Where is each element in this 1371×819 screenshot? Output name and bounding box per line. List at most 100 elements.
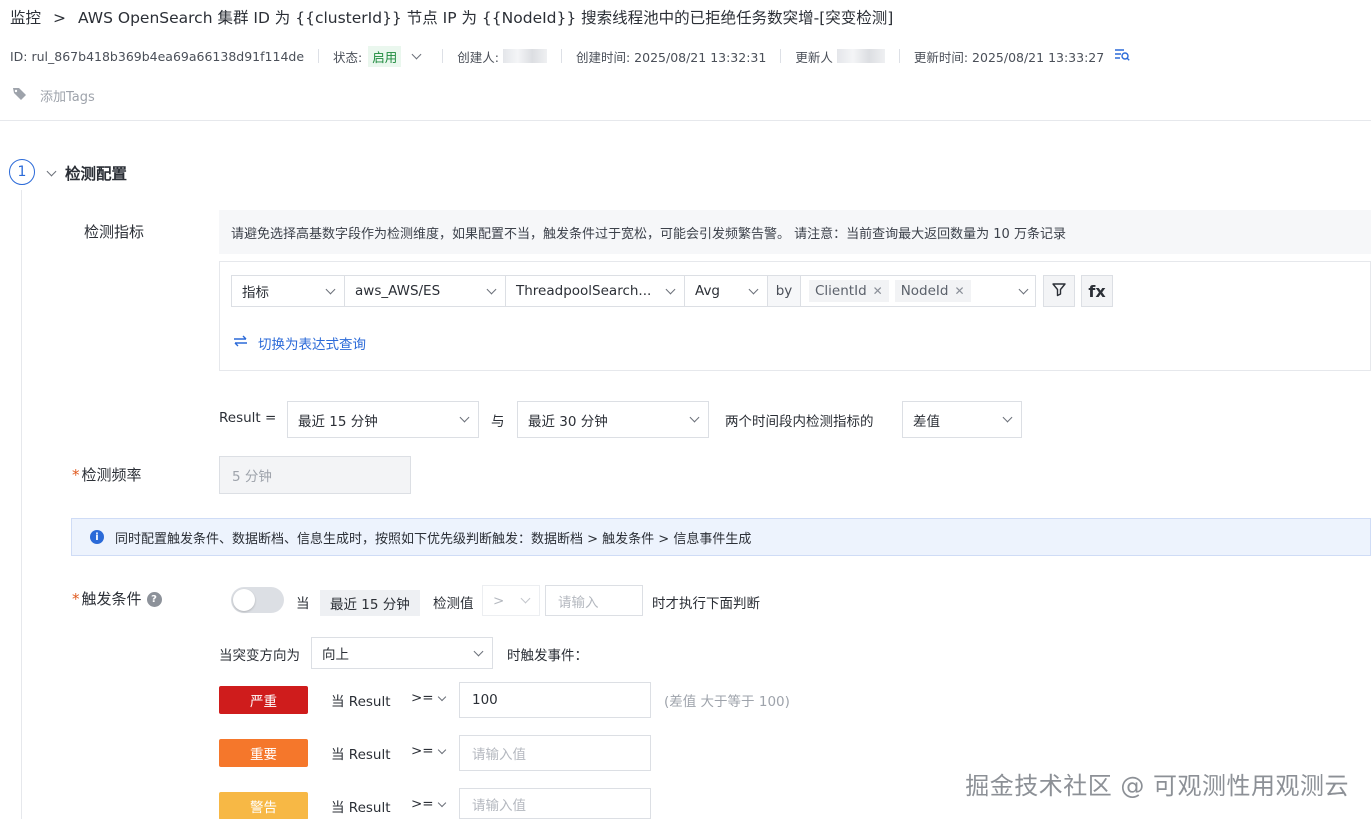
- watermark: 掘金技术社区 @ 可观测性用观测云: [965, 772, 1349, 800]
- chevron-down-icon: [748, 284, 759, 294]
- result-label: Result =: [219, 410, 277, 426]
- check-value-label: 检测值: [433, 596, 474, 612]
- metric-value: ThreadpoolSearch...: [516, 283, 652, 299]
- chevron-down-icon: [459, 412, 470, 423]
- rule-condition-label: 当 Result: [331, 747, 391, 763]
- add-tags-label: 添加Tags: [40, 90, 95, 105]
- group-tag: ClientId ✕: [809, 280, 889, 302]
- when-label: 当: [296, 596, 310, 612]
- rule-threshold-input[interactable]: 100: [459, 682, 651, 718]
- group-by-select[interactable]: ClientId ✕ NodeId ✕: [800, 275, 1036, 307]
- chevron-down-icon: [486, 284, 497, 294]
- chevron-down-icon: [1018, 284, 1029, 294]
- trigger-label: * 触发条件?: [72, 588, 162, 609]
- between-label: 两个时间段内检测指标的: [725, 414, 874, 430]
- section-header[interactable]: 检测配置: [46, 162, 127, 184]
- by-label: by: [767, 275, 801, 307]
- data-type-select[interactable]: 指标: [231, 275, 345, 307]
- creator-label: 创建人:: [457, 49, 499, 65]
- status-label: 状态:: [333, 49, 363, 65]
- group-tag-label: NodeId: [900, 283, 949, 299]
- rule-threshold-placeholder: 请输入值: [472, 797, 526, 814]
- frequency-label-text: 检测频率: [81, 466, 142, 484]
- precondition-operator-value: >: [493, 592, 505, 609]
- chevron-down-icon: [689, 412, 700, 423]
- then-text: 时才执行下面判断: [652, 596, 760, 612]
- compare-mode-select[interactable]: 差值: [902, 401, 1022, 438]
- time-range-1-value: 最近 15 分钟: [298, 413, 378, 430]
- trigger-precondition-toggle[interactable]: [231, 587, 284, 613]
- rule-operator-select[interactable]: >=: [411, 690, 446, 706]
- aggregation-value: Avg: [695, 283, 721, 299]
- rule-threshold-input[interactable]: 请输入值: [459, 735, 651, 771]
- page-title: AWS OpenSearch 集群 ID 为 {{clusterId}} 节点 …: [78, 9, 894, 27]
- direction-prefix: 当突变方向为: [219, 648, 300, 664]
- rule-operator-value: >=: [411, 743, 434, 759]
- chevron-down-icon: [520, 593, 531, 604]
- rule-threshold-placeholder: 请输入值: [472, 747, 526, 763]
- precondition-operator-select[interactable]: >: [482, 585, 540, 616]
- history-search-icon[interactable]: [1114, 48, 1130, 65]
- frequency-label: * 检测频率: [72, 466, 142, 484]
- toggle-knob: [233, 589, 255, 611]
- rule-note: (差值 大于等于 100): [664, 694, 790, 710]
- swap-icon: [233, 335, 248, 351]
- rule-operator-value: >=: [411, 796, 434, 812]
- updater-label: 更新人: [795, 49, 833, 65]
- status-badge: 启用: [368, 45, 402, 67]
- rule-condition-label: 当 Result: [331, 800, 391, 816]
- filter-button[interactable]: [1043, 275, 1075, 307]
- chevron-down-icon: [325, 284, 336, 294]
- breadcrumb-root[interactable]: 监控: [10, 9, 41, 27]
- chevron-down-icon: [437, 745, 446, 754]
- time-range-1-select[interactable]: 最近 15 分钟: [287, 401, 479, 438]
- step-connector: [21, 190, 22, 819]
- trigger-label-text: 触发条件: [81, 590, 142, 608]
- frequency-field[interactable]: 5 分钟: [219, 456, 411, 494]
- rule-operator-select[interactable]: >=: [411, 743, 446, 759]
- updater-avatar-redacted: [836, 49, 885, 63]
- priority-info-text: 同时配置触发条件、数据断档、信息生成时，按照如下优先级判断触发：数据断档 > 触…: [115, 531, 752, 547]
- group-tag: NodeId ✕: [894, 280, 971, 302]
- switch-to-expression-link[interactable]: 切换为表达式查询: [233, 333, 366, 353]
- metric-hint: 请避免选择高基数字段作为检测维度，如果配置不当，触发条件过于宽松，可能会引发频繁…: [219, 210, 1371, 254]
- filter-icon: [1051, 281, 1067, 301]
- breadcrumb-separator: >: [53, 9, 67, 27]
- rule-condition-label: 当 Result: [331, 694, 391, 710]
- aggregation-select[interactable]: Avg: [684, 275, 768, 307]
- collapse-chevron-icon[interactable]: [46, 166, 57, 176]
- metric-select[interactable]: ThreadpoolSearch...: [505, 275, 685, 307]
- metric-label: 检测指标: [84, 223, 145, 241]
- chevron-down-icon: [1002, 412, 1013, 423]
- data-type-value: 指标: [242, 285, 269, 301]
- switch-to-expression-label: 切换为表达式查询: [258, 337, 366, 353]
- rule-id: ID: rul_867b418b369b4ea69a66138d91f114de: [10, 48, 305, 64]
- severity-critical-badge: 严重: [219, 686, 308, 714]
- priority-info-bar: i 同时配置触发条件、数据断档、信息生成时，按照如下优先级判断触发：数据断档 >…: [71, 518, 1371, 556]
- rule-threshold-input[interactable]: 请输入值: [459, 788, 651, 819]
- created-time: 创建时间: 2025/08/21 13:32:31: [575, 49, 767, 65]
- severity-important-badge: 重要: [219, 739, 308, 767]
- chevron-down-icon: [665, 284, 676, 294]
- precondition-value-input[interactable]: 请输入: [545, 585, 643, 616]
- direction-select[interactable]: 向上: [311, 637, 493, 669]
- namespace-select[interactable]: aws_AWS/ES: [344, 275, 506, 307]
- and-label: 与: [491, 414, 505, 430]
- divider: [0, 120, 1371, 121]
- function-button[interactable]: fx: [1081, 275, 1113, 307]
- chevron-down-icon: [437, 798, 446, 807]
- direction-suffix: 时触发事件：: [507, 648, 588, 664]
- updated-time: 更新时间: 2025/08/21 13:33:27: [913, 49, 1105, 65]
- compare-mode-value: 差值: [913, 413, 940, 430]
- breadcrumb: 监控 > AWS OpenSearch 集群 ID 为 {{clusterId}} …: [10, 6, 893, 28]
- remove-tag-icon[interactable]: ✕: [955, 284, 965, 298]
- remove-tag-icon[interactable]: ✕: [873, 284, 883, 298]
- creator-avatar-redacted: [502, 49, 547, 63]
- status-dropdown-chevron-icon[interactable]: [411, 49, 422, 59]
- help-icon[interactable]: ?: [146, 592, 162, 607]
- chevron-down-icon: [473, 646, 484, 656]
- rule-operator-value: >=: [411, 690, 434, 706]
- time-range-2-select[interactable]: 最近 30 分钟: [517, 401, 709, 438]
- add-tags[interactable]: 添加Tags: [12, 86, 95, 105]
- rule-operator-select[interactable]: >=: [411, 796, 446, 812]
